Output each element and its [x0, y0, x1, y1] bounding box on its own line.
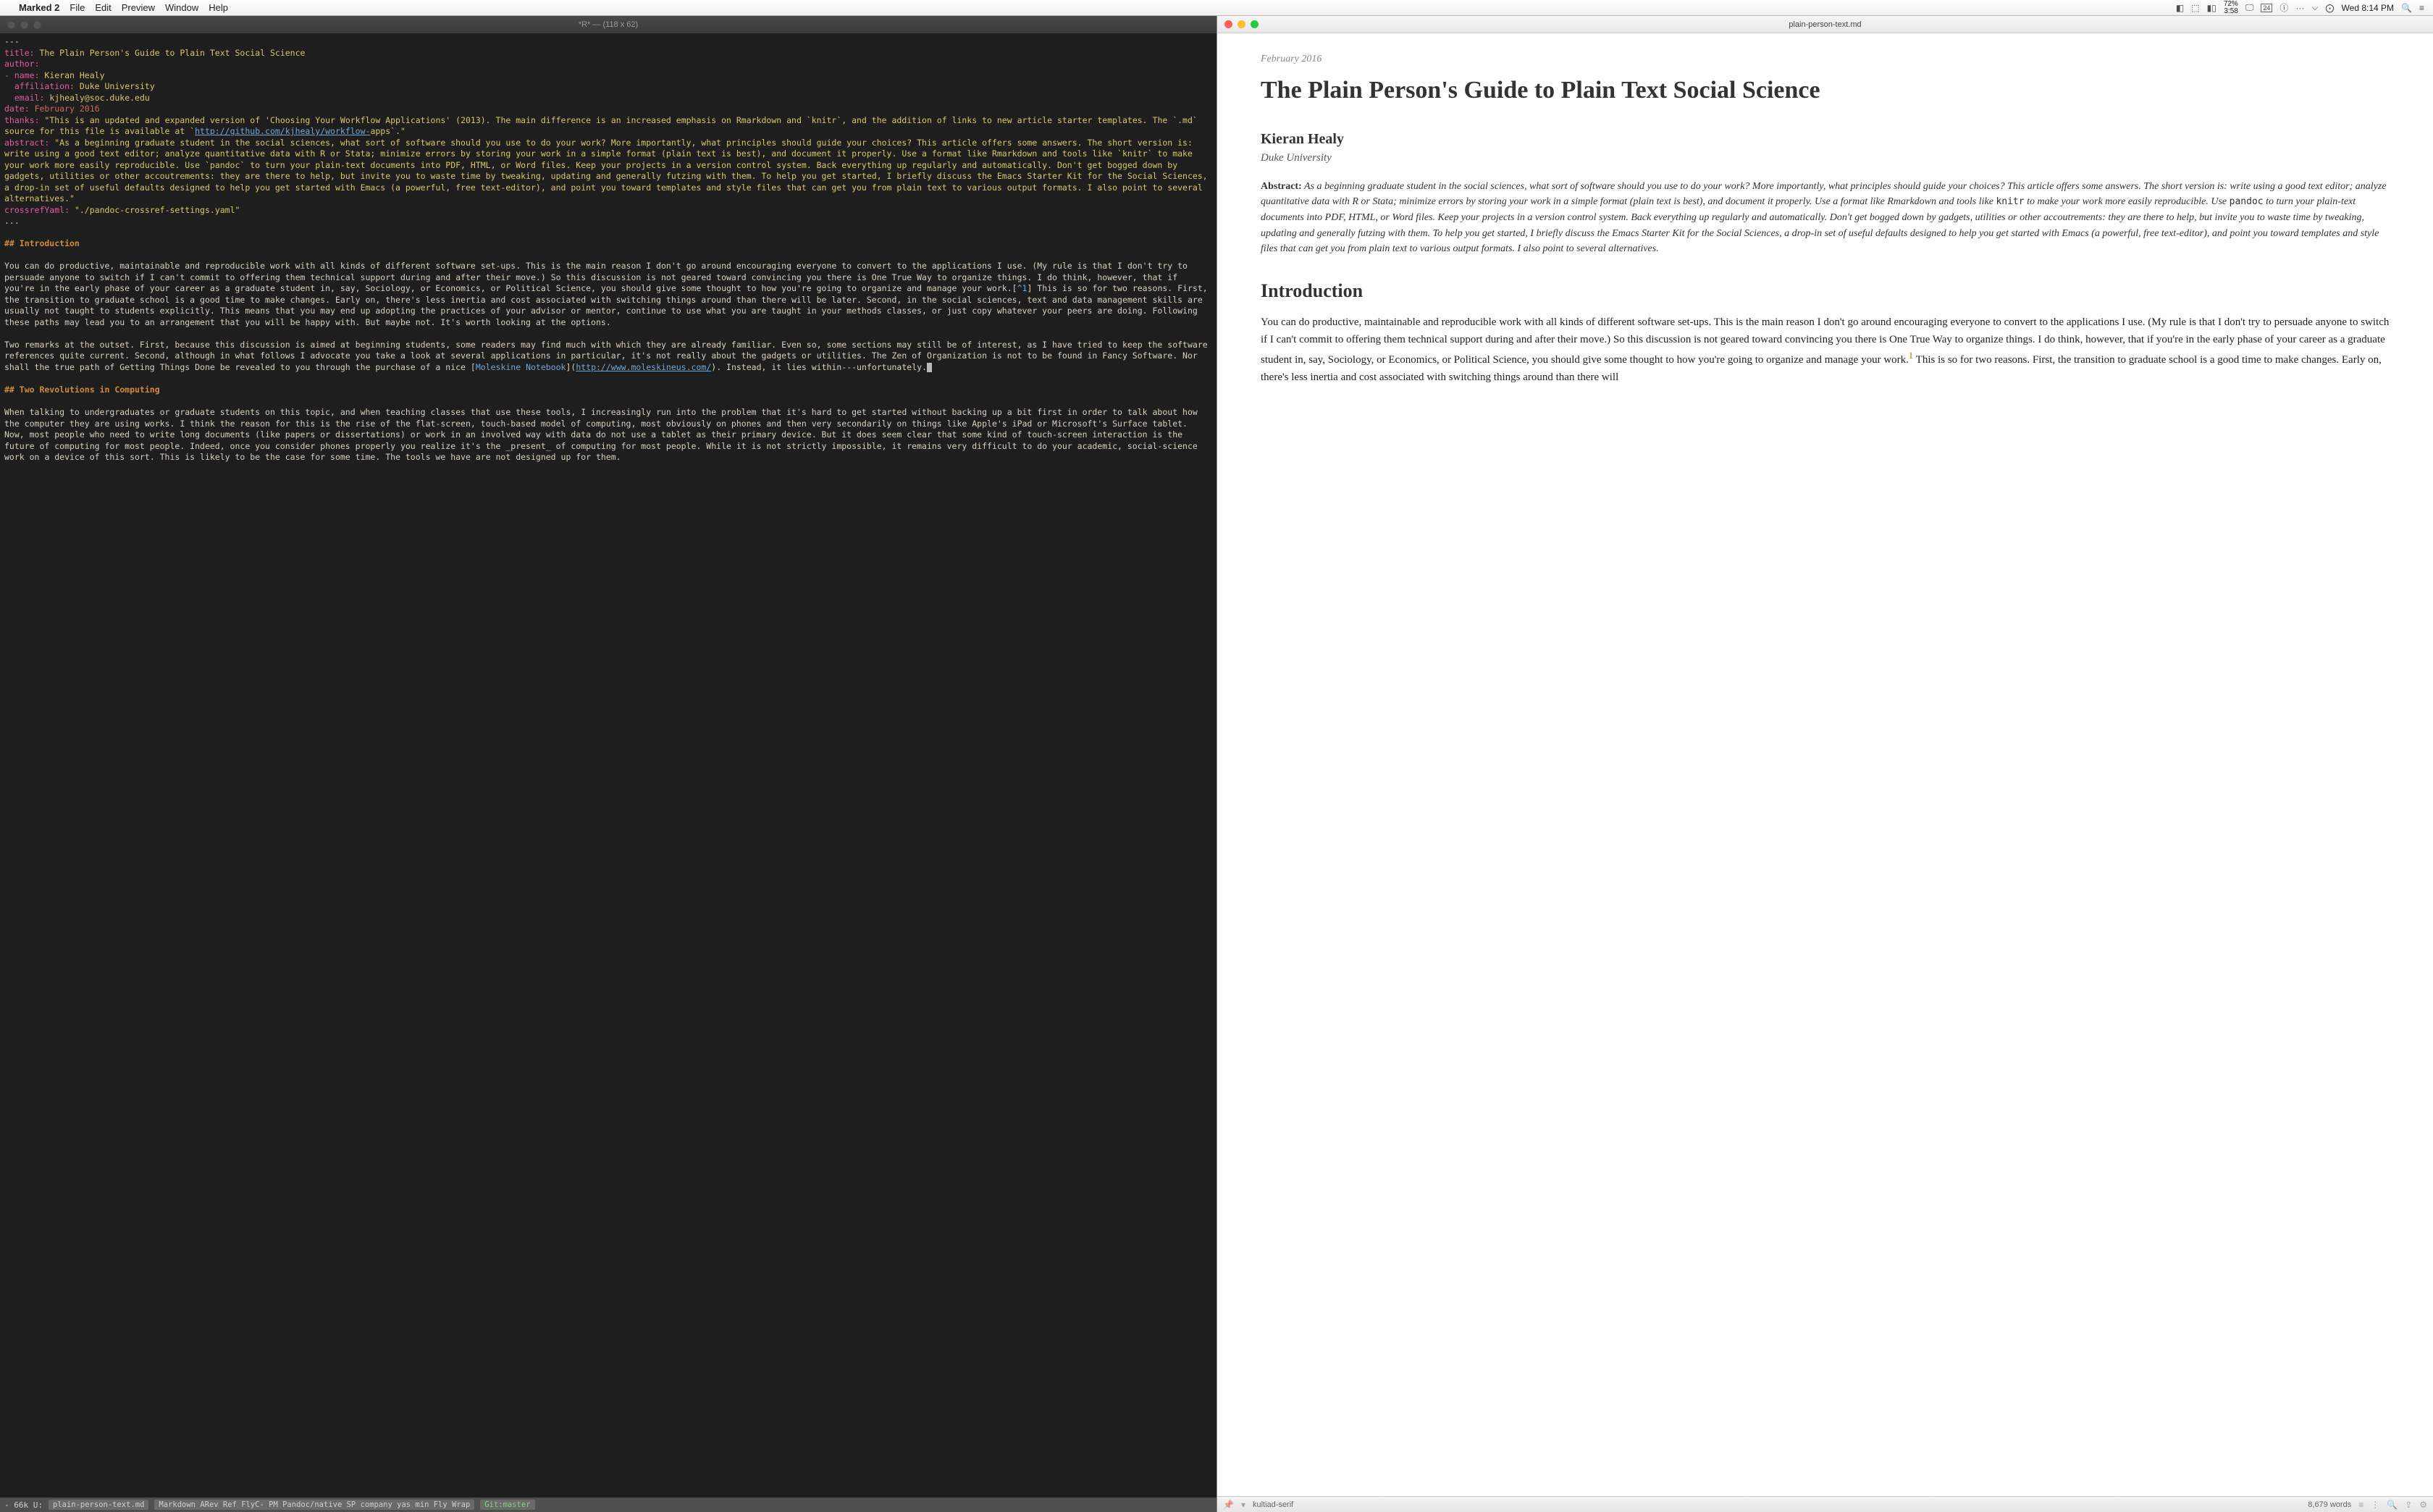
wifi-icon[interactable]: ⨀: [2326, 3, 2335, 13]
menubar-clock[interactable]: Wed 8:14 PM: [2342, 3, 2394, 13]
search-icon[interactable]: 🔍: [2387, 1500, 2398, 1510]
modeline-mode[interactable]: Markdown ARev Ref FlyC- PM Pandoc/native…: [154, 1500, 474, 1510]
menu-window[interactable]: Window: [165, 2, 198, 13]
text-cursor: [927, 363, 932, 372]
status-wordcount[interactable]: 8,679 words: [2308, 1500, 2351, 1509]
list-icon[interactable]: ⋮: [2371, 1500, 2379, 1510]
app-name[interactable]: Marked 2: [19, 2, 59, 13]
modeline-git[interactable]: Git:master: [480, 1500, 534, 1510]
menu-help[interactable]: Help: [209, 2, 228, 13]
abstract-label: Abstract:: [1261, 181, 1302, 192]
gear-icon[interactable]: ⚙: [2419, 1500, 2427, 1510]
menu-preview[interactable]: Preview: [122, 2, 155, 13]
modeline-file[interactable]: plain-person-text.md: [49, 1500, 148, 1510]
battery-icon[interactable]: ▮▯: [2207, 3, 2216, 13]
info-icon[interactable]: ⓘ: [2279, 1, 2288, 14]
heading-introduction: Introduction: [1261, 280, 2390, 302]
toc-icon[interactable]: ≡: [2358, 1500, 2363, 1510]
emacs-title: *R* — (118 x 62): [579, 20, 638, 29]
menu-edit[interactable]: Edit: [95, 2, 111, 13]
close-button[interactable]: [7, 21, 15, 29]
pin-icon[interactable]: 📌: [1223, 1500, 1234, 1510]
minimize-button[interactable]: [1237, 20, 1245, 28]
display-icon[interactable]: 🖵: [2245, 2, 2254, 13]
emacs-titlebar[interactable]: *R* — (118 x 62): [0, 16, 1216, 33]
doc-affiliation: Duke University: [1261, 152, 2390, 164]
menu-file[interactable]: File: [70, 2, 85, 13]
share-icon[interactable]: ⇪: [2405, 1500, 2412, 1510]
zoom-button[interactable]: [1251, 20, 1258, 28]
notification-center-icon[interactable]: ≡: [2419, 3, 2424, 13]
modeline-left: - 66k U:: [4, 1500, 43, 1510]
marked-title: plain-person-text.md: [1789, 20, 1861, 29]
emacs-window: *R* — (118 x 62) --- title: The Plain Pe…: [0, 16, 1216, 1512]
emacs-editor[interactable]: --- title: The Plain Person's Guide to P…: [0, 33, 1216, 1498]
status-font[interactable]: kultiad-serif: [1253, 1500, 1293, 1509]
doc-author: Kieran Healy: [1261, 131, 2390, 148]
spotlight-icon[interactable]: 🔍: [2401, 3, 2412, 13]
calendar-icon[interactable]: 24: [2261, 4, 2272, 12]
battery-percent: 72%3:58: [2224, 1, 2238, 15]
marked-titlebar[interactable]: plain-person-text.md: [1217, 16, 2433, 33]
marked-window: plain-person-text.md February 2016 The P…: [1216, 16, 2433, 1512]
doc-title: The Plain Person's Guide to Plain Text S…: [1261, 75, 2390, 106]
dropbox-icon[interactable]: ⬚: [2191, 3, 2199, 13]
menuextra-icon[interactable]: ◧: [2176, 3, 2184, 13]
marked-preview[interactable]: February 2016 The Plain Person's Guide t…: [1217, 33, 2433, 1496]
close-button[interactable]: [1224, 20, 1232, 28]
macos-menubar: Marked 2 File Edit Preview Window Help ◧…: [0, 0, 2433, 16]
doc-date: February 2016: [1261, 54, 2390, 65]
tag-icon[interactable]: ▾: [1241, 1500, 1245, 1510]
bluetooth-icon[interactable]: ⌵: [2311, 2, 2318, 13]
more-icon[interactable]: ···: [2295, 3, 2304, 13]
body-paragraph: You can do productive, maintainable and …: [1261, 314, 2390, 386]
marked-statusbar: 📌 ▾ kultiad-serif 8,679 words ≡ ⋮ 🔍 ⇪ ⚙: [1217, 1496, 2433, 1512]
minimize-button[interactable]: [20, 21, 28, 29]
zoom-button[interactable]: [33, 21, 41, 29]
doc-abstract: Abstract: As a beginning graduate studen…: [1261, 179, 2390, 257]
emacs-modeline[interactable]: - 66k U: plain-person-text.md Markdown A…: [0, 1498, 1216, 1512]
